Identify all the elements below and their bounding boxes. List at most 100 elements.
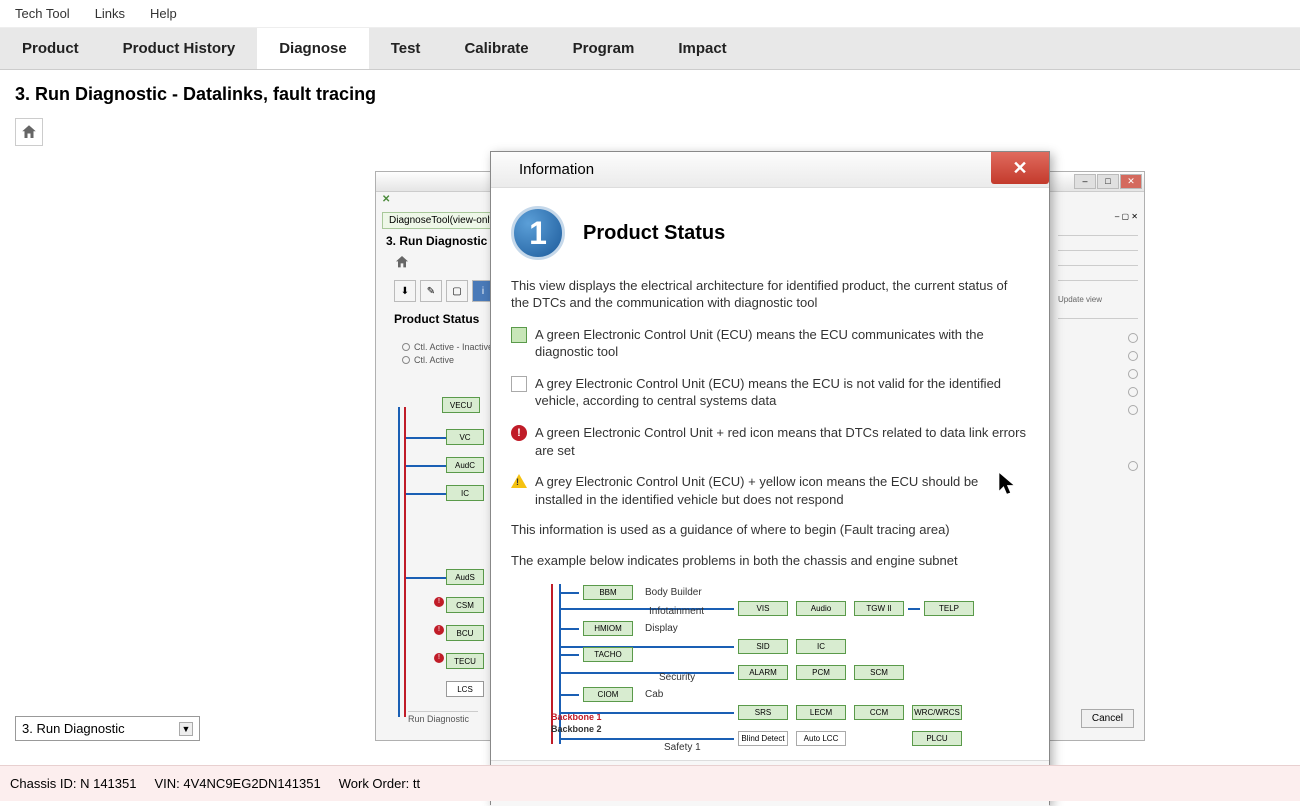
bg-toolbar: ⬇ ✎ ▢ i [394, 280, 494, 302]
content-area: – □ ✕ ✕ DiagnoseTool(view-only) 3. Run D… [0, 151, 1300, 731]
step-number-icon: 1 [511, 206, 565, 260]
dialog-scroll[interactable]: 1 Product Status This view displays the … [491, 188, 1049, 760]
work-order-label: Work Order: [339, 776, 410, 791]
menu-links[interactable]: Links [95, 6, 125, 21]
status-circle-icon [1128, 405, 1138, 415]
dialog-body: 1 Product Status This view displays the … [491, 188, 1049, 760]
bg-tab[interactable]: DiagnoseTool(view-only) [382, 212, 505, 229]
dialog-title: Information [519, 161, 594, 178]
bg-heading: 3. Run Diagnostic - [386, 234, 495, 248]
bg-product-status-label: Product Status [394, 312, 479, 326]
error-dot-icon: ! [434, 653, 444, 663]
work-order-value: tt [413, 776, 420, 791]
ecu: LECM [796, 705, 846, 720]
bg-max-button[interactable]: □ [1097, 174, 1119, 189]
menu-help[interactable]: Help [150, 6, 177, 21]
ecu: IC [796, 639, 846, 654]
tab-calibrate[interactable]: Calibrate [442, 28, 550, 69]
guidance-text: This information is used as a guidance o… [511, 522, 1029, 539]
ecu: TELP [924, 601, 974, 616]
row-label: Infotainment [649, 606, 704, 617]
main-tabs: Product Product History Diagnose Test Ca… [0, 28, 1300, 70]
status-circle-icon [1128, 351, 1138, 361]
information-dialog: Information ✕ 1 Product Status This view… [490, 151, 1050, 805]
bg-right-panel: – ▢ ✕ Update view [1058, 212, 1138, 479]
green-ecu-icon [511, 327, 527, 343]
ecu: TGW II [854, 601, 904, 616]
bg-ecu: VC [446, 429, 484, 445]
legend-green-text: A green Electronic Control Unit (ECU) me… [535, 326, 1029, 361]
bottom-select[interactable]: 3. Run Diagnostic ▼ [15, 716, 200, 741]
bg-ecu: TECU [446, 653, 484, 669]
bg-ecu: VECU [442, 397, 480, 413]
ecu: CIOM [583, 687, 633, 702]
bg-toolbar-btn-3[interactable]: ▢ [446, 280, 468, 302]
row-label: Body Builder [645, 587, 702, 598]
ecu: SID [738, 639, 788, 654]
tab-program[interactable]: Program [551, 28, 657, 69]
bg-diagram: VECU VC AudC IC AudS ! CSM ! BCU ! TECU … [394, 397, 494, 717]
close-icon: ✕ [1012, 158, 1027, 179]
status-circle-icon [1128, 333, 1138, 343]
red-error-icon: ! [511, 425, 527, 441]
bg-home-icon[interactable] [394, 254, 410, 270]
dialog-close-button[interactable]: ✕ [991, 152, 1049, 184]
example-diagram: Backbone 1 Backbone 2 BBM Body Builder V… [511, 584, 1029, 760]
bg-ecu: AudC [446, 457, 484, 473]
ecu: ALARM [738, 665, 788, 680]
bg-close-button[interactable]: ✕ [1120, 174, 1142, 189]
status-bar: Chassis ID: N 141351 VIN: 4V4NC9EG2DN141… [0, 765, 1300, 801]
ecu: PLCU [912, 731, 962, 746]
ecu: WRC/WRCS [912, 705, 962, 720]
home-button[interactable] [15, 118, 43, 146]
bottom-select-label: 3. Run Diagnostic [22, 721, 125, 736]
tab-test[interactable]: Test [369, 28, 443, 69]
error-dot-icon: ! [434, 625, 444, 635]
bg-cancel-button[interactable]: Cancel [1081, 709, 1134, 728]
radio-icon[interactable] [402, 343, 410, 351]
home-icon [20, 123, 38, 141]
bg-toolbar-btn-2[interactable]: ✎ [420, 280, 442, 302]
product-status-heading: Product Status [583, 222, 725, 245]
bg-radio-2[interactable]: Ctl. Active [414, 355, 454, 365]
bg-tab-close-icon[interactable]: ✕ [382, 194, 394, 206]
intro-text: This view displays the electrical archit… [511, 278, 1029, 312]
bg-toolbar-btn-1[interactable]: ⬇ [394, 280, 416, 302]
row-label: Display [645, 623, 678, 634]
tab-product[interactable]: Product [0, 28, 101, 69]
ecu: HMIOM [583, 621, 633, 636]
grey-ecu-icon [511, 376, 527, 392]
ecu: Auto LCC [796, 731, 846, 746]
row-label: Security [659, 672, 695, 683]
tab-impact[interactable]: Impact [656, 28, 748, 69]
bg-ecu: CSM [446, 597, 484, 613]
bg-update-view[interactable]: Update view [1058, 295, 1138, 304]
tab-diagnose[interactable]: Diagnose [257, 28, 369, 69]
menu-techtool[interactable]: Tech Tool [15, 6, 70, 21]
ecu: TACHO [583, 647, 633, 662]
ecu: SCM [854, 665, 904, 680]
menubar: Tech Tool Links Help [0, 0, 1300, 28]
vin-label: VIN: [154, 776, 179, 791]
example-intro-text: The example below indicates problems in … [511, 553, 1029, 570]
dialog-titlebar: Information ✕ [491, 152, 1049, 188]
bg-radio-1[interactable]: Ctl. Active - Inactive [414, 342, 493, 352]
bg-ecu: AudS [446, 569, 484, 585]
legend-yellow-text: A grey Electronic Control Unit (ECU) + y… [535, 473, 1029, 508]
error-dot-icon: ! [434, 597, 444, 607]
status-circle-icon [1128, 461, 1138, 471]
ecu: Audio [796, 601, 846, 616]
ecu: CCM [854, 705, 904, 720]
bg-ecu: IC [446, 485, 484, 501]
radio-icon[interactable] [402, 356, 410, 364]
bg-ecu: LCS [446, 681, 484, 697]
chassis-id-value: N 141351 [80, 776, 136, 791]
tab-product-history[interactable]: Product History [101, 28, 258, 69]
status-circle-icon [1128, 387, 1138, 397]
yellow-warning-icon [511, 474, 527, 488]
bg-bottom-tab[interactable]: Run Diagnostic [408, 711, 478, 724]
bottom-bar: 3. Run Diagnostic ▼ [15, 716, 200, 741]
chevron-down-icon: ▼ [179, 722, 193, 736]
ecu-bbm: BBM [583, 585, 633, 600]
bg-min-button[interactable]: – [1074, 174, 1096, 189]
